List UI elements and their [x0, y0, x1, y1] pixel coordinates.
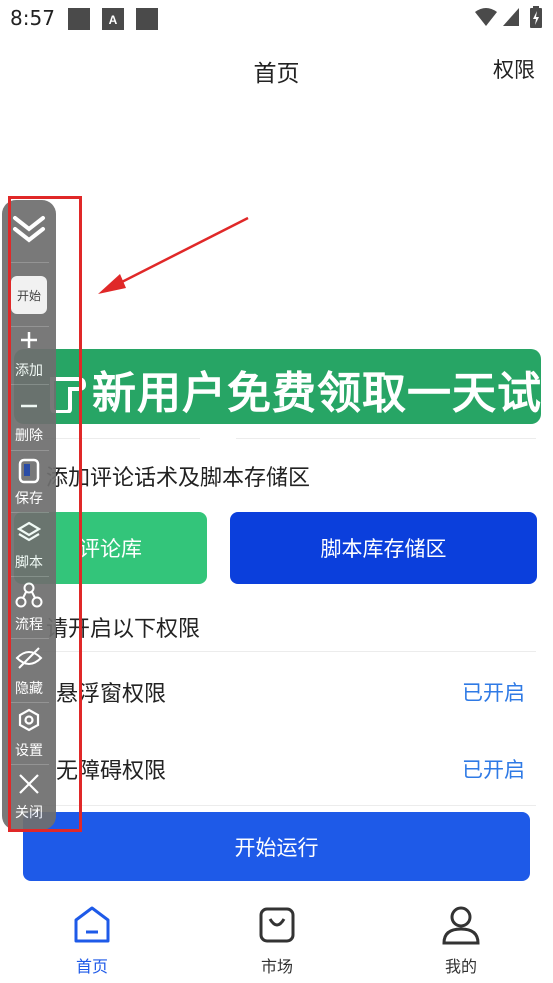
nav-item-mine[interactable]: 我的: [411, 895, 511, 983]
signal-icon: [502, 7, 520, 31]
divider: [40, 805, 536, 806]
notification-a-icon: A: [102, 8, 124, 30]
notification-icon: [68, 8, 90, 30]
nav-label: 首页: [75, 957, 108, 976]
page-title: 首页: [253, 61, 300, 87]
banner-text: 新用户免费领取一天试用: [92, 368, 541, 419]
status-time: 8:57: [10, 6, 55, 30]
status-bar: 8:57 A: [0, 0, 553, 40]
divider: [236, 438, 536, 439]
annotation-highlight-box: [8, 196, 82, 832]
permission-status: 已开启: [462, 681, 525, 705]
storage-section-title: 添加评论话术及脚本存储区: [46, 466, 311, 491]
home-icon: [74, 906, 110, 943]
user-icon: [442, 906, 480, 945]
script-library-button[interactable]: 脚本库存储区: [230, 512, 537, 584]
nav-item-market[interactable]: 市场: [227, 895, 327, 983]
svg-text:A: A: [109, 13, 118, 27]
divider: [40, 651, 536, 652]
annotation-arrow-icon: [98, 216, 249, 294]
permission-link[interactable]: 权限: [493, 54, 535, 84]
permission-row-overlay[interactable]: 悬浮窗权限 已开启: [0, 662, 553, 718]
battery-icon: [530, 6, 542, 32]
nav-label: 我的: [444, 957, 477, 976]
permission-row-accessibility[interactable]: 无障碍权限 已开启: [0, 739, 553, 795]
nav-label: 市场: [260, 957, 293, 976]
bag-icon: [259, 907, 295, 943]
wifi-icon: [474, 7, 498, 31]
notification-icon-2: [136, 8, 158, 30]
trial-banner[interactable]: 新用户免费领取一天试用: [14, 349, 541, 424]
start-run-button[interactable]: 开始运行: [23, 812, 530, 881]
bottom-nav: 首页 市场 我的: [0, 895, 553, 983]
nav-item-home[interactable]: 首页: [42, 895, 142, 983]
permission-status: 已开启: [462, 758, 525, 782]
